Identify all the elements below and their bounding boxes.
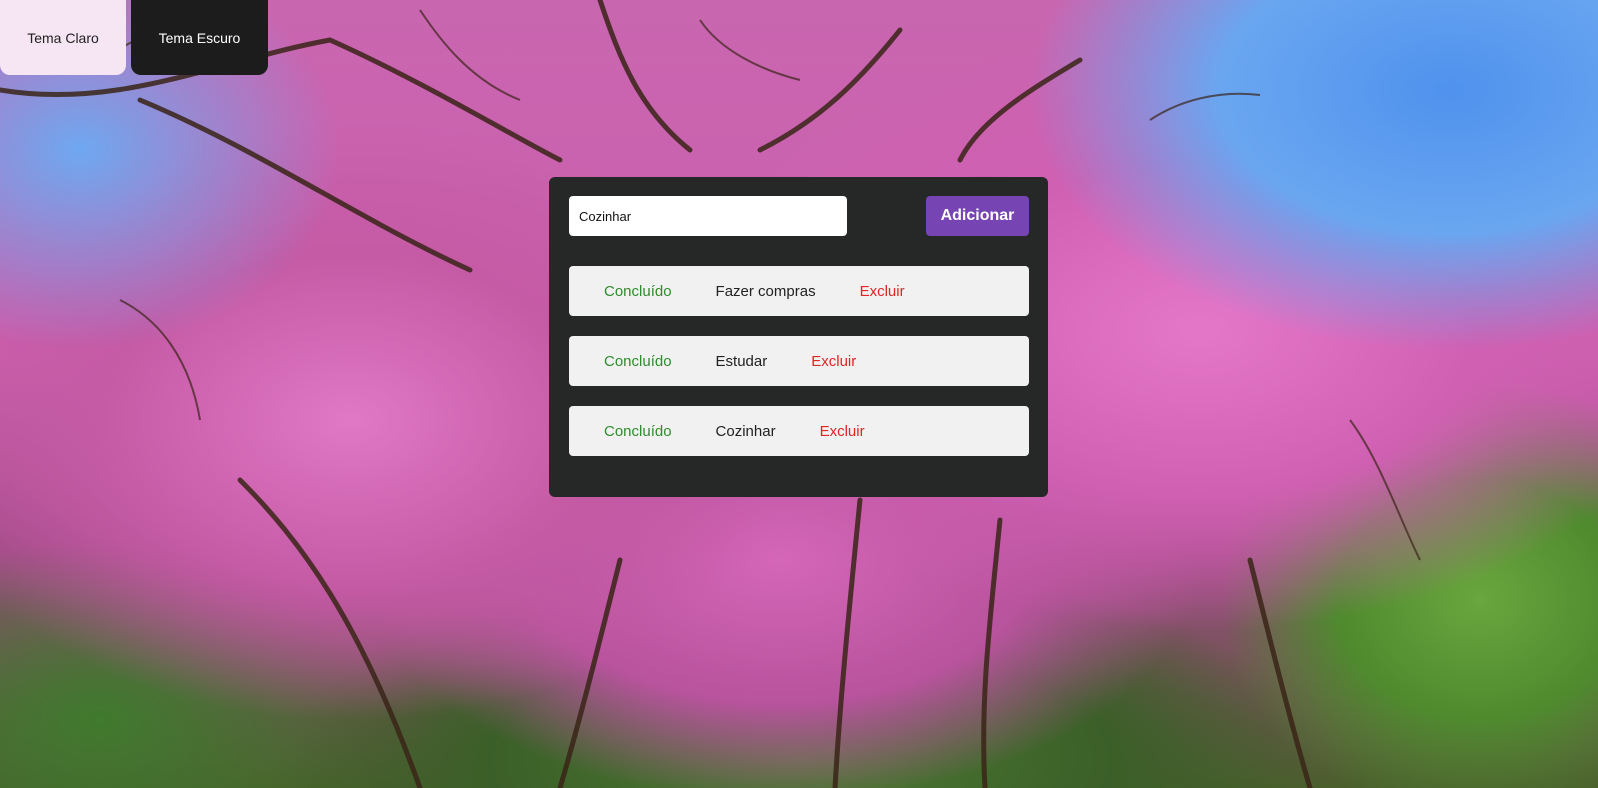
task-text: Fazer compras <box>715 282 816 300</box>
light-theme-button[interactable]: Tema Claro <box>0 0 126 75</box>
task-text: Cozinhar <box>715 422 776 440</box>
todo-panel: Adicionar Concluído Fazer compras Exclui… <box>549 177 1048 497</box>
complete-task-button[interactable]: Concluído <box>604 353 672 370</box>
complete-task-button[interactable]: Concluído <box>604 423 672 440</box>
dark-theme-button[interactable]: Tema Escuro <box>131 0 268 75</box>
task-item: Concluído Fazer compras Excluir <box>569 266 1029 316</box>
task-item: Concluído Estudar Excluir <box>569 336 1029 386</box>
delete-task-button[interactable]: Excluir <box>811 353 856 370</box>
task-text: Estudar <box>715 352 768 370</box>
add-task-button[interactable]: Adicionar <box>926 196 1029 236</box>
delete-task-button[interactable]: Excluir <box>860 283 905 300</box>
complete-task-button[interactable]: Concluído <box>604 283 672 300</box>
task-item: Concluído Cozinhar Excluir <box>569 406 1029 456</box>
delete-task-button[interactable]: Excluir <box>820 423 865 440</box>
task-input[interactable] <box>569 196 847 236</box>
